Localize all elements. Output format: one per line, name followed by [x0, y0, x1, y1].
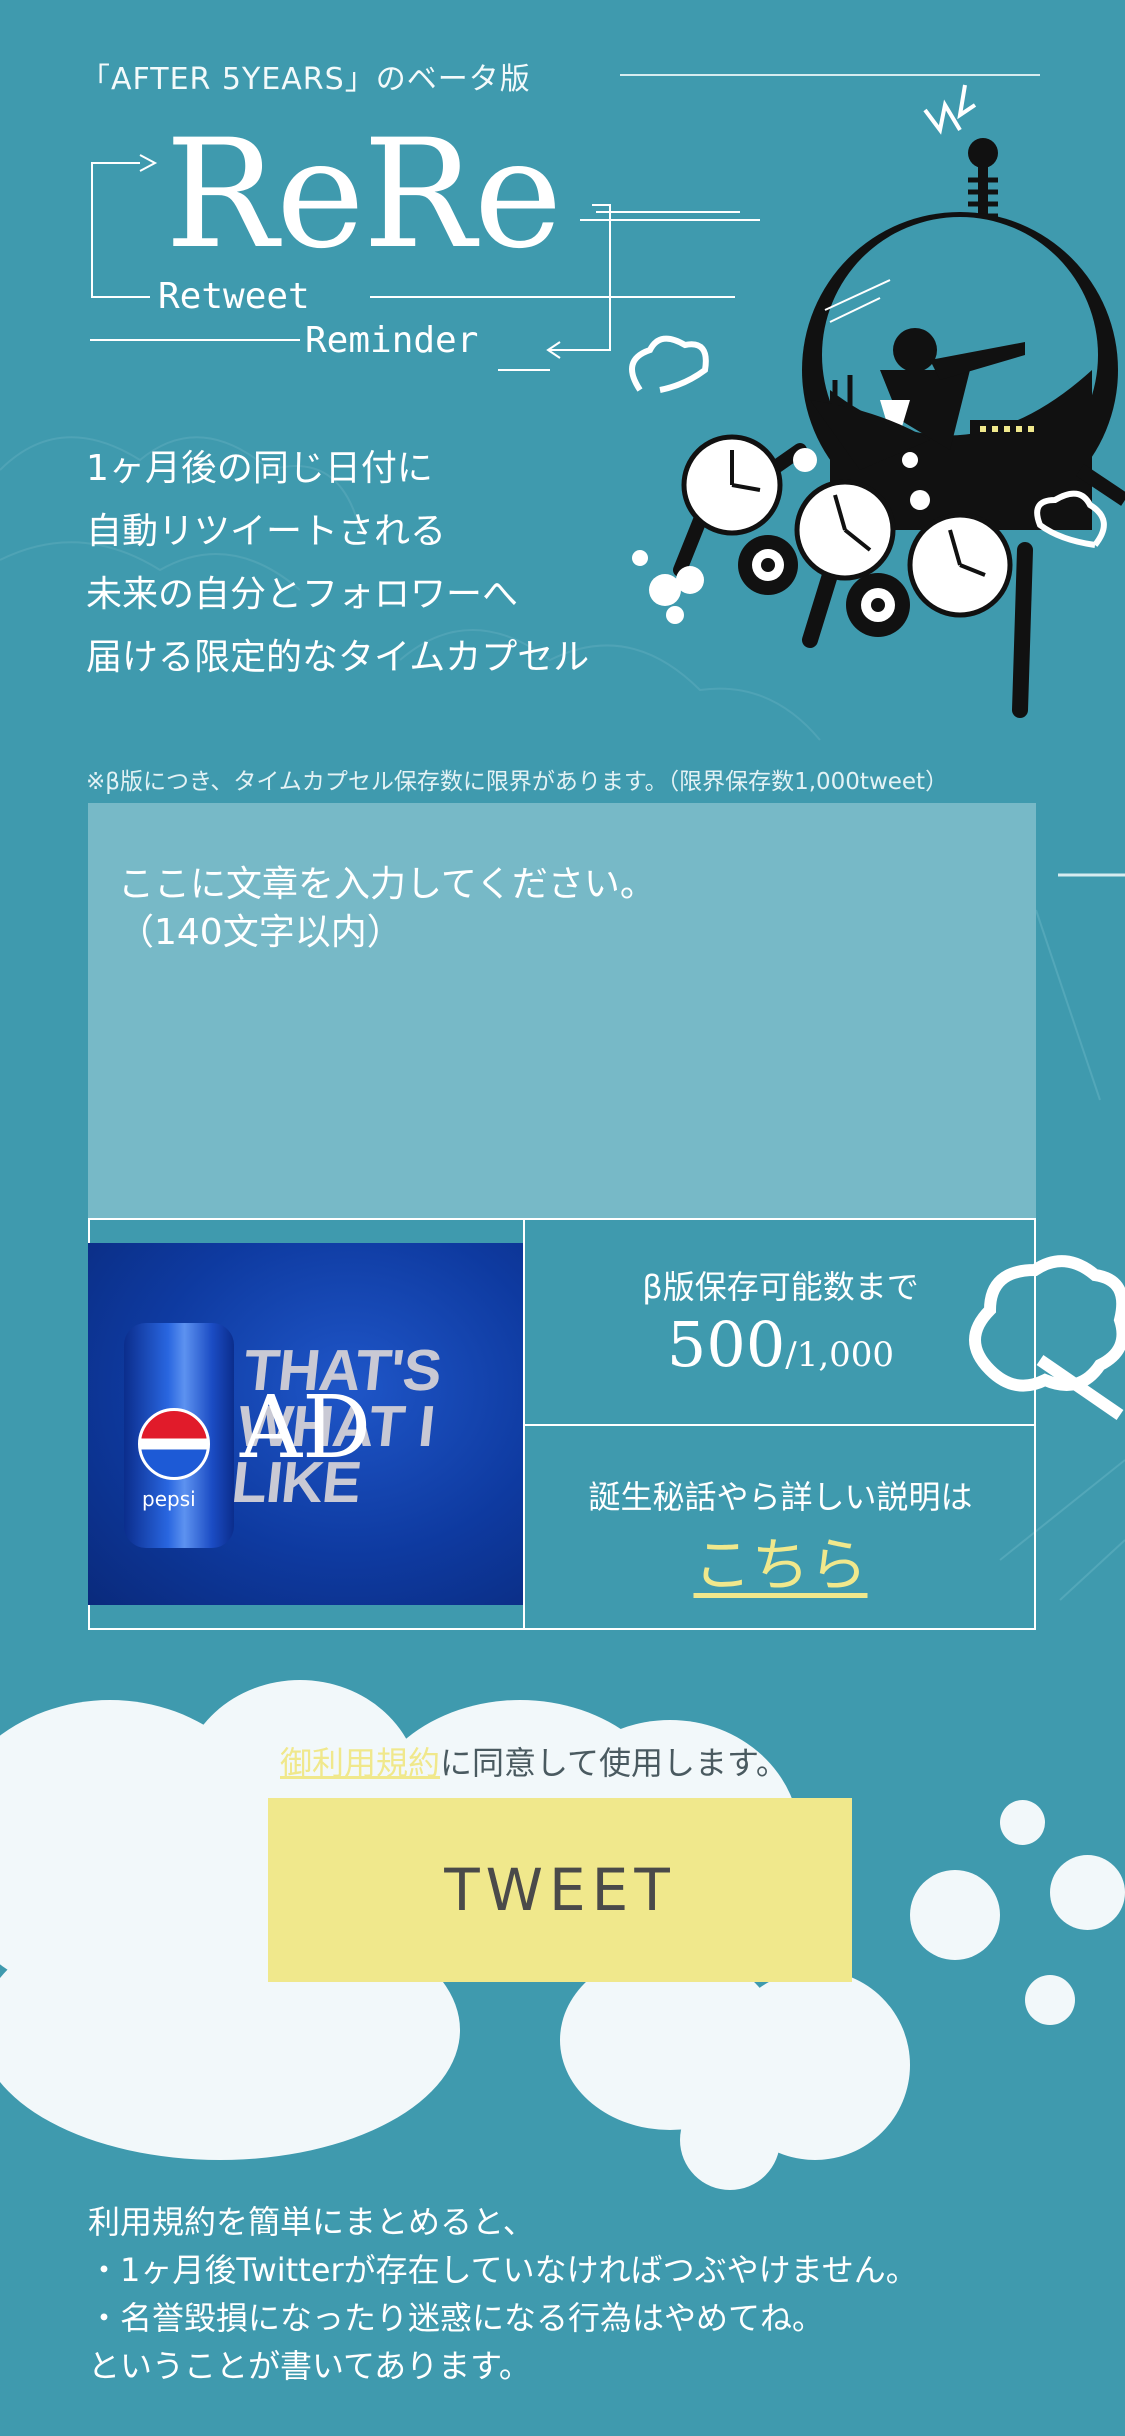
- details-link[interactable]: こちら: [525, 1518, 1036, 1602]
- tweet-text-input[interactable]: [88, 803, 1036, 1218]
- intro-line: 自動リツイートされる: [86, 511, 447, 552]
- terms-line: ・名誉毀損になったり迷惑になる行為はやめてね。: [88, 2299, 825, 2337]
- ad-label: AD: [240, 1378, 372, 1478]
- info-text: 誕生秘話やら詳しい説明は: [588, 1478, 973, 1516]
- capacity-notice: ※β版につき、タイムカプセル保存数に限界があります。（限界保存数1,000twe…: [86, 769, 949, 795]
- terms-line: ということが書いてあります。: [88, 2347, 531, 2385]
- terms-link[interactable]: 御利用規約: [280, 1744, 440, 1782]
- tweet-button[interactable]: TWEET: [268, 1798, 852, 1982]
- terms-summary: 利用規約を簡単にまとめると、 ・1ヶ月後Twitterが存在していなければつぶや…: [88, 2198, 918, 2390]
- remaining-total: /1,000: [785, 1335, 895, 1375]
- puff-icon: [969, 1255, 1125, 1420]
- logo-subtitle-retweet: Retweet: [158, 276, 310, 317]
- agreement-text: に同意して使用します。: [440, 1744, 788, 1782]
- intro-line: 1ヶ月後の同じ日付に: [86, 448, 433, 489]
- intro-text: 1ヶ月後の同じ日付に 自動リツイートされる 未来の自分とフォロワーへ 届ける限定…: [86, 437, 589, 689]
- ad-banner[interactable]: pepsi THAT'S WHAT I LIKE AD: [88, 1243, 523, 1605]
- intro-line: 未来の自分とフォロワーへ: [86, 574, 519, 615]
- terms-line: ・1ヶ月後Twitterが存在していなければつぶやけません。: [88, 2251, 918, 2289]
- pepsi-logo-icon: [138, 1408, 210, 1480]
- time-machine-illustration: [629, 84, 1125, 718]
- logo-subtitle-reminder: Reminder: [305, 320, 479, 361]
- remaining-number: 500: [666, 1308, 786, 1381]
- intro-line: 届ける限定的なタイムカプセル: [86, 637, 590, 678]
- beta-tag: 「AFTER 5YEARS」のベータ版: [80, 62, 531, 97]
- terms-line: 利用規約を簡単にまとめると、: [88, 2203, 535, 2241]
- app-logo: ReRe: [165, 108, 562, 282]
- terms-agreement: 御利用規約に同意して使用します。: [280, 1738, 788, 1784]
- ad-brand: pepsi: [142, 1487, 196, 1511]
